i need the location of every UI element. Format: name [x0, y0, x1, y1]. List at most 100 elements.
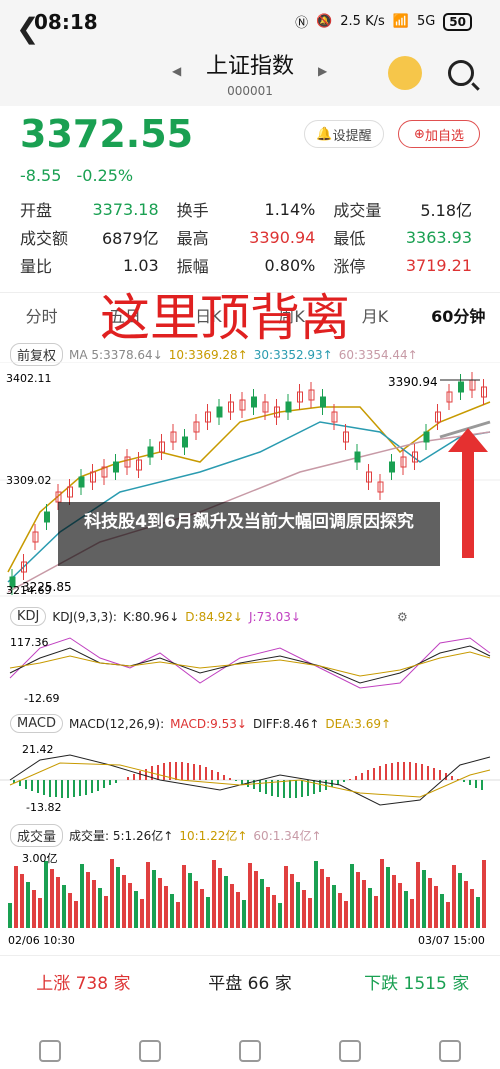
volume-bars [8, 859, 486, 928]
volume-bar [116, 867, 120, 928]
stat-label: 成交额 [20, 229, 69, 248]
current-price: 3372.55 [20, 112, 194, 156]
ma30-label: 30:3352.93↑ [253, 347, 333, 362]
kdj-chart[interactable]: 117.36 -12.69 [0, 628, 500, 708]
volume-bar [308, 898, 312, 928]
stat-value: 3373.18 [92, 199, 159, 219]
volume-bar [356, 872, 360, 928]
volume-bar [26, 882, 30, 928]
stat-value: 5.18亿 [420, 201, 473, 220]
volume-bar [440, 894, 444, 928]
volume-selector[interactable]: 成交量 [10, 824, 64, 847]
candle [182, 436, 188, 448]
toolbar-icon[interactable] [39, 1040, 61, 1062]
volume-bar [368, 888, 372, 928]
volume-bar [182, 865, 186, 928]
article-caption: 科技股4到6月飙升及当前大幅回调原因探究 [58, 502, 440, 566]
volume-bar [164, 886, 168, 928]
volume-bar [14, 866, 18, 928]
kdj-legend: KDJ KDJ(9,3,3): K:80.96↓ D:84.92↓ J:73.0… [10, 607, 408, 626]
volume-bar [98, 888, 102, 928]
stat-label: 成交量 [333, 201, 382, 220]
volume-bar [470, 889, 474, 928]
toolbar-icon[interactable] [239, 1040, 261, 1062]
volume-bar [152, 870, 156, 928]
volume-bar [188, 873, 192, 928]
volume-bar [374, 896, 378, 928]
stat-label: 涨停 [333, 257, 366, 276]
volume-bar [206, 897, 210, 928]
volume-bar [236, 892, 240, 928]
tab-intraday[interactable]: 分时 [0, 303, 83, 327]
stat-value: 6879亿 [101, 229, 159, 248]
vol-ma10: 10:1.22亿↑ [179, 829, 248, 843]
volume-bar [32, 890, 36, 928]
search-icon[interactable] [448, 60, 474, 86]
volume-bar [20, 874, 24, 928]
toolbar-icon[interactable] [439, 1040, 461, 1062]
volume-bar [224, 876, 228, 928]
volume-bar [254, 871, 258, 928]
volume-chart[interactable]: 3.00亿 02/06 10:30 03/07 15:00 [0, 846, 500, 950]
ma5-label: MA 5:3378.64↓ [69, 347, 163, 362]
stock-code: 000001 [227, 84, 273, 98]
volume-bar [68, 893, 72, 928]
kdj-axis-top: 117.36 [10, 636, 49, 649]
toolbar-icon[interactable] [339, 1040, 361, 1062]
stat-label: 最低 [333, 229, 366, 248]
stat-value: 3390.94 [249, 227, 316, 247]
handwritten-annotation: 这里顶背离 [100, 289, 350, 347]
toolbar-icon[interactable] [139, 1040, 161, 1062]
volume-bar [212, 860, 216, 928]
plus-icon: ⊕ [414, 126, 425, 142]
volume-bar [278, 903, 282, 928]
kdj-selector[interactable]: KDJ [10, 607, 47, 626]
settings-icon[interactable]: ⚙ [397, 610, 408, 624]
volume-bar [248, 863, 252, 928]
decliners[interactable]: 下跌 1515 家 [333, 969, 500, 994]
battery-indicator: 50 [443, 12, 472, 31]
stat-value: 1.14% [264, 199, 316, 219]
volume-bar [74, 901, 78, 928]
price-axis-mid: 3309.02 [6, 474, 52, 487]
stats-row: 量比 1.03 振幅 0.80% 涨停 3719.21 [20, 251, 490, 279]
volume-bar [452, 865, 456, 928]
volume-bar [92, 880, 96, 928]
volume-bar [476, 897, 480, 928]
add-watchlist-button[interactable]: ⊕ 加自选 [398, 120, 480, 148]
macd-chart[interactable]: 21.42 -13.82 [0, 735, 500, 817]
advancers[interactable]: 上涨 738 家 [0, 969, 167, 994]
change-value: -8.55 [20, 166, 62, 185]
volume-bar [428, 878, 432, 928]
tab-60min[interactable]: 60分钟 [417, 303, 500, 327]
kdj-j: J:73.03↓ [249, 609, 301, 624]
volume-bar [458, 873, 462, 928]
volume-bar [80, 864, 84, 928]
date-start: 02/06 10:30 [8, 934, 75, 947]
volume-bar [482, 860, 486, 928]
volume-bar [326, 877, 330, 928]
next-stock-icon[interactable]: ▶ [318, 64, 327, 78]
kdj-axis-bottom: -12.69 [24, 692, 59, 705]
kdj-param: KDJ(9,3,3): [52, 609, 117, 624]
page-title: 上证指数 [205, 54, 294, 79]
red-arrow-annotation [448, 428, 488, 558]
price-axis-bottom: 3214.69 [6, 584, 52, 597]
set-alert-button[interactable]: 🔔 设提醒 [304, 120, 384, 148]
volume-bar [140, 899, 144, 928]
candle [44, 511, 50, 523]
volume-bar [104, 896, 108, 928]
volume-bar [314, 861, 318, 928]
bell-icon: 🔔 [316, 126, 333, 142]
volume-bar [194, 881, 198, 928]
volume-legend: 成交量 成交量: 5:1.26亿↑ 10:1.22亿↑ 60:1.34亿↑ [10, 824, 322, 847]
back-icon[interactable]: ❮ [16, 12, 39, 45]
unchanged[interactable]: 平盘 66 家 [167, 969, 334, 994]
macd-selector[interactable]: MACD [10, 714, 63, 733]
volume-bar [272, 895, 276, 928]
vol-ma5: 成交量: 5:1.26亿↑ [69, 829, 174, 843]
volume-bar [176, 902, 180, 928]
bottom-toolbar [0, 1040, 500, 1069]
volume-bar [302, 890, 306, 928]
mascot-icon[interactable] [388, 56, 422, 90]
